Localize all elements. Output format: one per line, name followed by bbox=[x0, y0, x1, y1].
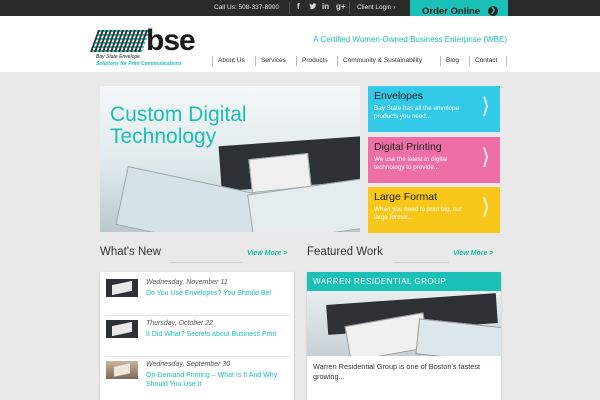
bse-logo[interactable]: bse Bay State Envelope Solutions for Pri… bbox=[89, 24, 206, 70]
nav-blog[interactable]: Blog bbox=[446, 57, 459, 64]
list-item[interactable]: Thursday, October 22 It Did What? Secret… bbox=[106, 318, 291, 357]
nav-divider bbox=[440, 56, 441, 66]
client-login-link[interactable]: Client Login › bbox=[357, 4, 395, 11]
featured-image[interactable] bbox=[307, 291, 501, 356]
featured-work-card[interactable]: WARREN RESIDENTIAL GROUP Warren Resident… bbox=[307, 272, 501, 400]
hero-banner[interactable]: Custom Digital Technology bbox=[100, 86, 360, 232]
nav-divider bbox=[506, 56, 507, 66]
divider bbox=[170, 262, 242, 263]
news-date: Wednesday, November 11 bbox=[146, 279, 228, 286]
list-item[interactable]: Wednesday, November 11 Do You Use Envelo… bbox=[106, 277, 291, 316]
logo-tagline: Bay State Envelope bbox=[96, 54, 140, 60]
divider bbox=[106, 356, 290, 357]
news-thumbnail bbox=[106, 320, 138, 338]
hero-title: Custom Digital Technology bbox=[110, 104, 247, 148]
chevron-right-icon: ⟩ bbox=[481, 145, 490, 170]
nav-community-sustainability[interactable]: Community & Sustainability bbox=[343, 57, 422, 64]
tile-text: We use the latest in digital technology … bbox=[374, 156, 448, 171]
logo-mark bbox=[89, 30, 151, 52]
tile-text: When you need to print big, our large fo… bbox=[374, 206, 462, 221]
tile-title: Large Format bbox=[374, 191, 438, 203]
phone-number[interactable]: Call Us: 508-337-8900 bbox=[214, 4, 279, 11]
divider bbox=[349, 2, 350, 14]
nav-services[interactable]: Services bbox=[261, 57, 286, 64]
featured-photo-sheet bbox=[415, 318, 501, 356]
news-link[interactable]: On-Demand Printing – What Is It And Why … bbox=[146, 371, 291, 389]
tile-text: Bay State has all the envelope products … bbox=[374, 105, 460, 120]
tile-large-format[interactable]: Large Format When you need to print big,… bbox=[368, 187, 500, 233]
nav-divider bbox=[469, 56, 470, 66]
whats-new-view-more[interactable]: View More > bbox=[247, 250, 287, 257]
featured-project-title: WARREN RESIDENTIAL GROUP bbox=[313, 277, 447, 286]
nav-divider bbox=[255, 56, 256, 66]
tile-title: Envelopes bbox=[374, 90, 424, 102]
featured-description: Warren Residential Group is one of Bosto… bbox=[313, 362, 481, 381]
linkedin-icon[interactable]: in bbox=[322, 2, 329, 11]
arrow-right-icon: ❯ bbox=[488, 6, 498, 16]
hero-title-line: Custom Digital bbox=[110, 103, 247, 126]
divider bbox=[394, 262, 449, 263]
news-date: Wednesday, September 30 bbox=[146, 361, 231, 368]
whats-new-card: Wednesday, November 11 Do You Use Envelo… bbox=[100, 272, 294, 400]
logo-letters: bse bbox=[146, 24, 196, 57]
logo-subtagline: Solutions for Print Communications bbox=[96, 61, 182, 67]
featured-work-heading: Featured Work bbox=[307, 246, 383, 258]
divider bbox=[106, 315, 290, 316]
nav-about-us[interactable]: About Us bbox=[218, 57, 245, 64]
site-header: bse Bay State Envelope Solutions for Pri… bbox=[0, 16, 600, 72]
news-date: Thursday, October 22 bbox=[146, 320, 214, 327]
nav-divider bbox=[212, 56, 213, 66]
nav-products[interactable]: Products bbox=[302, 57, 328, 64]
chevron-right-icon: ⟩ bbox=[481, 195, 490, 220]
wbe-tagline: A Certified Women-Owned Business Enterpr… bbox=[313, 35, 507, 44]
news-link[interactable]: Do You Use Envelopes? You Should Be! bbox=[146, 289, 291, 298]
whats-new-heading: What's New bbox=[100, 246, 161, 258]
list-item[interactable]: Wednesday, September 30 On-Demand Printi… bbox=[106, 359, 290, 397]
news-thumbnail bbox=[106, 361, 138, 379]
nav-divider bbox=[337, 56, 338, 66]
hero-title-line: Technology bbox=[110, 125, 217, 148]
featured-title-band: WARREN RESIDENTIAL GROUP bbox=[307, 272, 501, 291]
nav-contact[interactable]: Contact bbox=[475, 57, 497, 64]
chevron-right-icon: ⟩ bbox=[481, 94, 490, 119]
facebook-icon[interactable]: f bbox=[297, 2, 300, 11]
twitter-icon[interactable] bbox=[309, 2, 317, 12]
tile-envelopes[interactable]: Envelopes Bay State has all the envelope… bbox=[368, 86, 500, 132]
news-thumbnail bbox=[106, 279, 138, 297]
tile-title: Digital Printing bbox=[374, 141, 442, 153]
top-bar: Call Us: 508-337-8900 f in g+ Client Log… bbox=[0, 0, 600, 16]
google-plus-icon[interactable]: g+ bbox=[336, 2, 346, 11]
news-link[interactable]: It Did What? Secrets about Business Prin… bbox=[146, 330, 291, 339]
featured-view-more[interactable]: View More > bbox=[453, 250, 493, 257]
tile-digital-printing[interactable]: Digital Printing We use the latest in di… bbox=[368, 137, 500, 183]
divider bbox=[289, 2, 290, 14]
nav-divider bbox=[296, 56, 297, 66]
